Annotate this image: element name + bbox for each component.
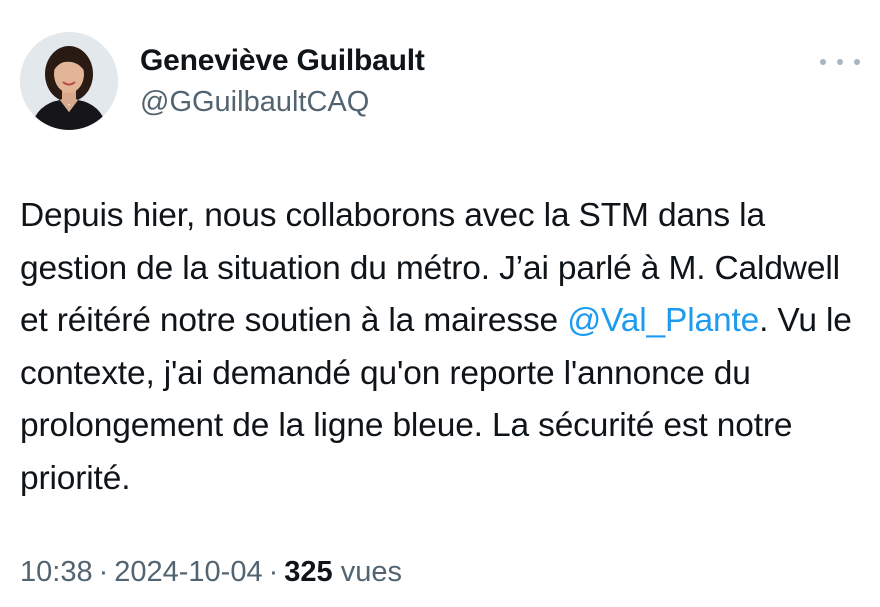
tweet: Geneviève Guilbault @GGuilbaultCAQ Depui… <box>0 0 880 607</box>
mention-link[interactable]: @Val_Plante <box>567 302 759 339</box>
more-horizontal-icon <box>854 59 860 65</box>
views-label: vues <box>340 556 402 588</box>
tweet-text: Depuis hier, nous collaborons avec la ST… <box>20 190 870 505</box>
author-handle[interactable]: @GGuilbaultCAQ <box>140 86 369 119</box>
views-count[interactable]: 325 <box>284 556 332 588</box>
more-horizontal-icon <box>837 59 843 65</box>
tweet-time[interactable]: 10:38 <box>20 556 93 588</box>
tweet-meta: 10:38 · 2024-10-04 · 325 vues <box>20 556 402 589</box>
avatar-image <box>20 32 118 130</box>
meta-separator: · <box>98 556 109 588</box>
more-horizontal-icon <box>820 59 826 65</box>
tweet-date[interactable]: 2024-10-04 <box>114 556 262 588</box>
avatar[interactable] <box>20 32 118 130</box>
author-display-name[interactable]: Geneviève Guilbault <box>140 44 425 78</box>
meta-separator: · <box>268 556 279 588</box>
more-options-button[interactable] <box>820 50 860 74</box>
